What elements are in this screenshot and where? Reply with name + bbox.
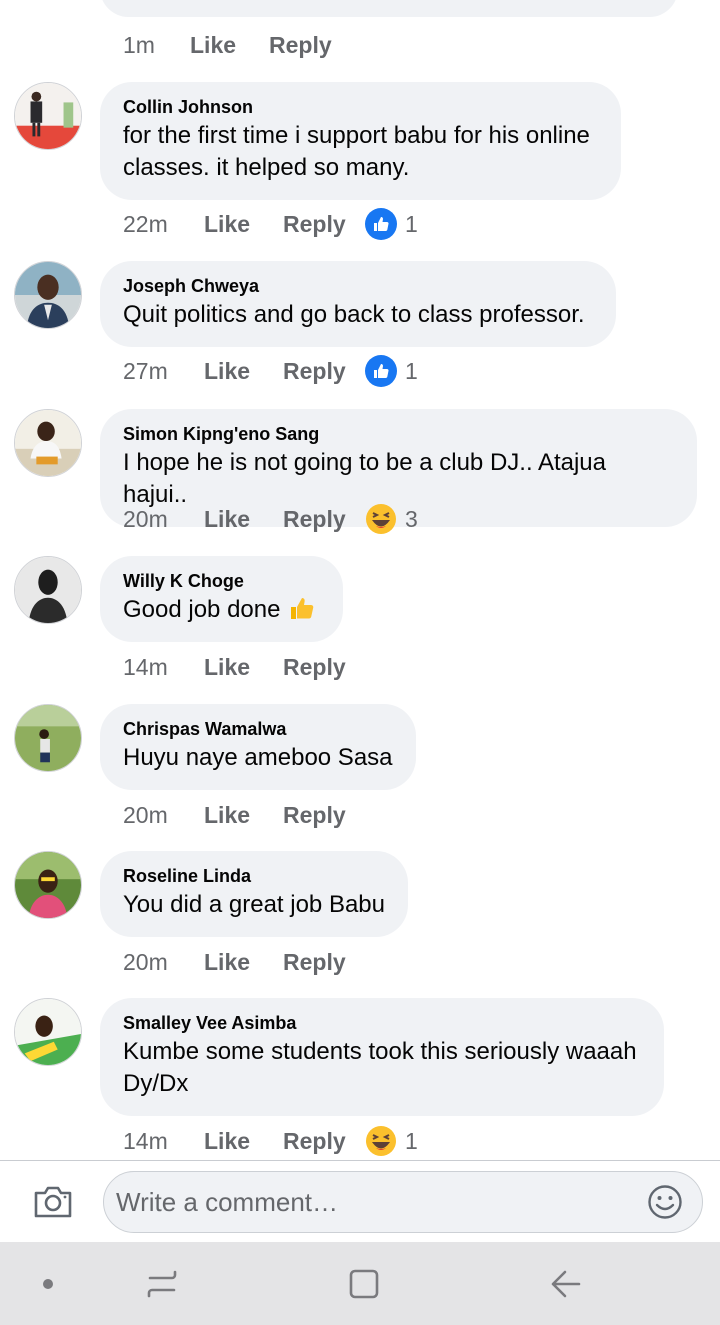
reaction-count: 1 [405, 210, 418, 237]
comment-actions: 20m Like Reply 3 [123, 501, 418, 537]
reaction-count: 1 [405, 357, 418, 384]
comment-bubble[interactable]: Collin Johnson for the first time i supp… [100, 82, 621, 200]
comment-actions: 1m Like Reply [123, 27, 351, 63]
like-button[interactable]: Like [190, 32, 269, 59]
comment-actions: 27m Like Reply 1 [123, 353, 418, 389]
like-icon [365, 208, 397, 240]
back-icon[interactable] [545, 1264, 585, 1304]
reply-button[interactable]: Reply [283, 358, 365, 385]
comment-input[interactable] [116, 1172, 636, 1232]
dot-icon[interactable] [28, 1264, 68, 1304]
avatar[interactable] [14, 998, 82, 1066]
comment-text: You did a great job Babu [123, 891, 385, 918]
like-button[interactable]: Like [204, 1128, 283, 1155]
reply-button[interactable]: Reply [283, 802, 365, 829]
comment-actions: 20m Like Reply [123, 944, 365, 980]
avatar[interactable] [14, 556, 82, 624]
comment-actions: 14m Like Reply 1 [123, 1123, 418, 1159]
thumbs-up-icon [291, 598, 314, 619]
comment-author[interactable]: Joseph Chweya [123, 275, 593, 297]
comment-time[interactable]: 20m [123, 949, 204, 976]
like-button[interactable]: Like [204, 506, 283, 533]
reply-button[interactable]: Reply [269, 32, 351, 59]
comments-feed[interactable]: 1m Like Reply Collin Johnson for the fir… [0, 0, 720, 1160]
comment-author[interactable]: Smalley Vee Asimba [123, 1012, 641, 1034]
recent-apps-icon[interactable] [142, 1264, 182, 1304]
avatar[interactable] [14, 409, 82, 477]
comment-time[interactable]: 27m [123, 358, 204, 385]
reply-button[interactable]: Reply [283, 654, 365, 681]
like-button[interactable]: Like [204, 654, 283, 681]
system-nav-bar [0, 1242, 720, 1325]
reaction-summary[interactable]: 3 [365, 503, 418, 535]
comment-author[interactable]: Willy K Choge [123, 570, 320, 592]
comment-time[interactable]: 20m [123, 506, 204, 533]
like-button[interactable]: Like [204, 802, 283, 829]
comment-time[interactable]: 22m [123, 211, 204, 238]
comment-time[interactable]: 20m [123, 802, 204, 829]
comment-actions: 14m Like Reply [123, 649, 365, 685]
comment-actions: 22m Like Reply 1 [123, 206, 418, 242]
haha-icon [366, 504, 396, 534]
comment-actions: 20m Like Reply [123, 797, 365, 833]
comment-text: Huyu naye ameboo Sasa [123, 744, 393, 771]
reply-button[interactable]: Reply [283, 949, 365, 976]
comment-time[interactable]: 14m [123, 654, 204, 681]
comment-bubble[interactable]: Chrispas Wamalwa Huyu naye ameboo Sasa [100, 704, 416, 790]
like-button[interactable]: Like [204, 211, 283, 238]
comment-author[interactable]: Roseline Linda [123, 865, 385, 887]
comment-bubble[interactable]: Willy K Choge Good job done [100, 556, 343, 642]
like-button[interactable]: Like [204, 358, 283, 385]
avatar[interactable] [14, 261, 82, 329]
reply-button[interactable]: Reply [283, 1128, 365, 1155]
comment-text: for the first time i support babu for hi… [123, 122, 590, 181]
comment-author[interactable]: Simon Kipng'eno Sang [123, 423, 674, 445]
reply-button[interactable]: Reply [283, 211, 365, 238]
camera-icon[interactable] [33, 1183, 73, 1219]
comment-time[interactable]: 14m [123, 1128, 204, 1155]
avatar[interactable] [14, 851, 82, 919]
comment-author[interactable]: Collin Johnson [123, 96, 598, 118]
comment-bubble[interactable] [100, 0, 678, 17]
comment-text: Good job done [123, 594, 320, 626]
comment-text-content: Good job done [123, 596, 281, 623]
comment-input-container[interactable] [103, 1171, 703, 1233]
reaction-summary[interactable]: 1 [365, 208, 418, 240]
smiley-icon[interactable] [647, 1184, 683, 1220]
comment-author[interactable]: Chrispas Wamalwa [123, 718, 393, 740]
reaction-summary[interactable]: 1 [365, 355, 418, 387]
home-icon[interactable] [344, 1264, 384, 1304]
comment-text: Kumbe some students took this seriously … [123, 1038, 637, 1097]
comment-composer [0, 1160, 720, 1242]
reaction-summary[interactable]: 1 [365, 1125, 418, 1157]
haha-icon [366, 1126, 396, 1156]
like-icon [365, 355, 397, 387]
avatar[interactable] [14, 82, 82, 150]
comment-bubble[interactable]: Roseline Linda You did a great job Babu [100, 851, 408, 937]
avatar[interactable] [14, 704, 82, 772]
reply-button[interactable]: Reply [283, 506, 365, 533]
comment-bubble[interactable]: Joseph Chweya Quit politics and go back … [100, 261, 616, 347]
comment-text: Quit politics and go back to class profe… [123, 301, 585, 328]
comment-bubble[interactable]: Smalley Vee Asimba Kumbe some students t… [100, 998, 664, 1116]
reaction-count: 1 [405, 1127, 418, 1154]
reaction-count: 3 [405, 505, 418, 532]
comment-time[interactable]: 1m [123, 32, 190, 59]
like-button[interactable]: Like [204, 949, 283, 976]
